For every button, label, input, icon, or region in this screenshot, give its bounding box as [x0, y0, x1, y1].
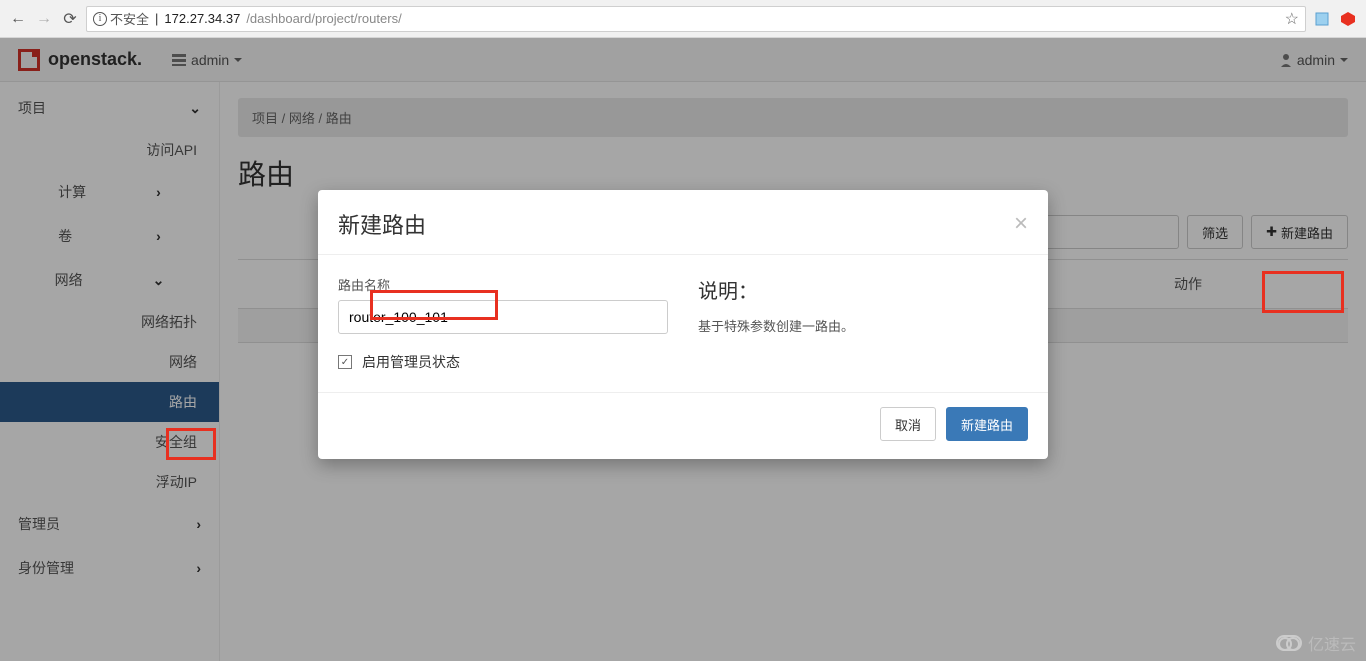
description-heading: 说明： [698, 275, 1028, 304]
address-bar[interactable]: i 不安全 | 172.27.34.37/dashboard/project/r… [86, 6, 1306, 32]
watermark-text: 亿速云 [1308, 631, 1356, 655]
submit-button[interactable]: 新建路由 [946, 407, 1028, 441]
description-text: 基于特殊参数创建一路由。 [698, 316, 1028, 335]
adblock-icon[interactable] [1338, 9, 1358, 29]
bookmark-star-icon[interactable]: ☆ [1285, 9, 1299, 29]
extension-icon[interactable] [1312, 9, 1332, 29]
watermark: 亿速云 [1276, 631, 1356, 655]
admin-state-checkbox[interactable]: ✓ 启用管理员状态 [338, 352, 668, 372]
forward-button: → [34, 9, 54, 29]
router-name-label: 路由名称 [338, 275, 668, 294]
browser-toolbar: ← → ⟳ i 不安全 | 172.27.34.37/dashboard/pro… [0, 0, 1366, 38]
reload-button[interactable]: ⟳ [60, 9, 80, 29]
site-info-icon[interactable]: i 不安全 [93, 9, 149, 28]
router-name-input[interactable] [338, 300, 668, 334]
back-button[interactable]: ← [8, 9, 28, 29]
modal-header: 新建路由 × [318, 190, 1048, 255]
close-icon[interactable]: × [1014, 212, 1028, 236]
url-host: 172.27.34.37 [164, 11, 240, 26]
create-router-modal: 新建路由 × 路由名称 ✓ 启用管理员状态 说明： 基于特殊参数创建一路由。 取… [318, 190, 1048, 459]
modal-title: 新建路由 [338, 208, 426, 240]
admin-state-label: 启用管理员状态 [362, 352, 460, 372]
modal-footer: 取消 新建路由 [318, 392, 1048, 459]
cancel-button[interactable]: 取消 [880, 407, 936, 441]
checkbox-checked-icon: ✓ [338, 355, 352, 369]
watermark-icon [1276, 635, 1302, 651]
url-path: /dashboard/project/routers/ [246, 11, 401, 26]
